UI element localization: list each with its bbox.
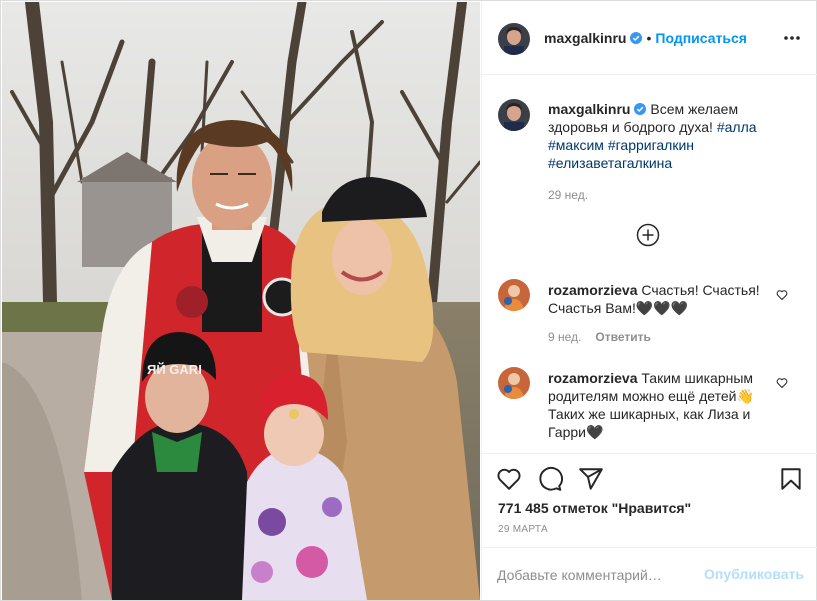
hashtag-link[interactable]: #максим bbox=[548, 137, 604, 153]
header-username[interactable]: maxgalkinru bbox=[544, 30, 626, 46]
caption-username[interactable]: maxgalkinru bbox=[548, 101, 630, 117]
header-meta: maxgalkinru • Подписаться bbox=[544, 30, 747, 48]
comment-username[interactable]: rozamorzieva bbox=[548, 282, 637, 298]
commenter-avatar[interactable] bbox=[498, 279, 530, 311]
hashtag-link[interactable]: #гарригалкин bbox=[608, 137, 694, 153]
svg-text:ЯЙ GARI: ЯЙ GARI bbox=[147, 362, 202, 377]
post-photo[interactable]: ЯЙ GARI bbox=[2, 2, 480, 600]
comment-item: rozamorzieva Счастья! Счастья! Счастья В… bbox=[548, 281, 778, 317]
plus-circle-icon[interactable] bbox=[636, 223, 660, 247]
verified-badge-icon bbox=[634, 101, 647, 115]
likes-count[interactable]: 771 485 отметок "Нравится" bbox=[498, 500, 691, 516]
comment-item: rozamorzieva Таким шикарным родителям мо… bbox=[548, 369, 778, 441]
post-side-panel: maxgalkinru • Подписаться maxgalkinru Всем… bbox=[481, 2, 817, 600]
follow-button[interactable]: Подписаться bbox=[655, 30, 747, 46]
comments-list[interactable]: maxgalkinru Всем желаем здоровья и бодро… bbox=[482, 75, 817, 453]
post-header: maxgalkinru • Подписаться bbox=[482, 2, 817, 75]
verified-badge-icon bbox=[630, 31, 643, 44]
heart-icon[interactable] bbox=[496, 466, 522, 492]
add-comment-bar: Опубликовать bbox=[482, 547, 817, 601]
hashtag-link[interactable]: #елизаветагалкина bbox=[548, 155, 672, 171]
comment-meta: 9 нед. Ответить bbox=[548, 330, 651, 344]
header-separator: • bbox=[646, 30, 652, 46]
comment-time[interactable]: 9 нед. bbox=[548, 330, 581, 344]
caption-avatar[interactable] bbox=[498, 99, 530, 131]
reply-button[interactable]: Ответить bbox=[595, 330, 650, 344]
share-icon[interactable] bbox=[578, 466, 604, 492]
comment-input[interactable] bbox=[497, 564, 697, 586]
hashtag-link[interactable]: #алла bbox=[717, 119, 757, 135]
post-modal: ЯЙ GARI maxgalkinru • Подписаться maxgal… bbox=[0, 0, 817, 601]
heart-outline-icon[interactable] bbox=[776, 288, 788, 301]
comment-username[interactable]: rozamorzieva bbox=[548, 370, 637, 386]
post-date[interactable]: 29 МАРТА bbox=[498, 524, 548, 535]
author-avatar[interactable] bbox=[498, 23, 530, 55]
caption-time[interactable]: 29 нед. bbox=[548, 186, 798, 204]
bookmark-icon[interactable] bbox=[778, 466, 804, 492]
post-caption: maxgalkinru Всем желаем здоровья и бодро… bbox=[548, 100, 798, 204]
commenter-avatar[interactable] bbox=[498, 367, 530, 399]
heart-outline-icon[interactable] bbox=[776, 376, 788, 389]
more-options-icon[interactable] bbox=[782, 28, 802, 48]
publish-button[interactable]: Опубликовать bbox=[704, 566, 804, 582]
family-photo-image: ЯЙ GARI bbox=[2, 2, 480, 600]
post-actions: 771 485 отметок "Нравится" 29 МАРТА bbox=[482, 453, 817, 550]
comment-icon[interactable] bbox=[537, 466, 563, 492]
